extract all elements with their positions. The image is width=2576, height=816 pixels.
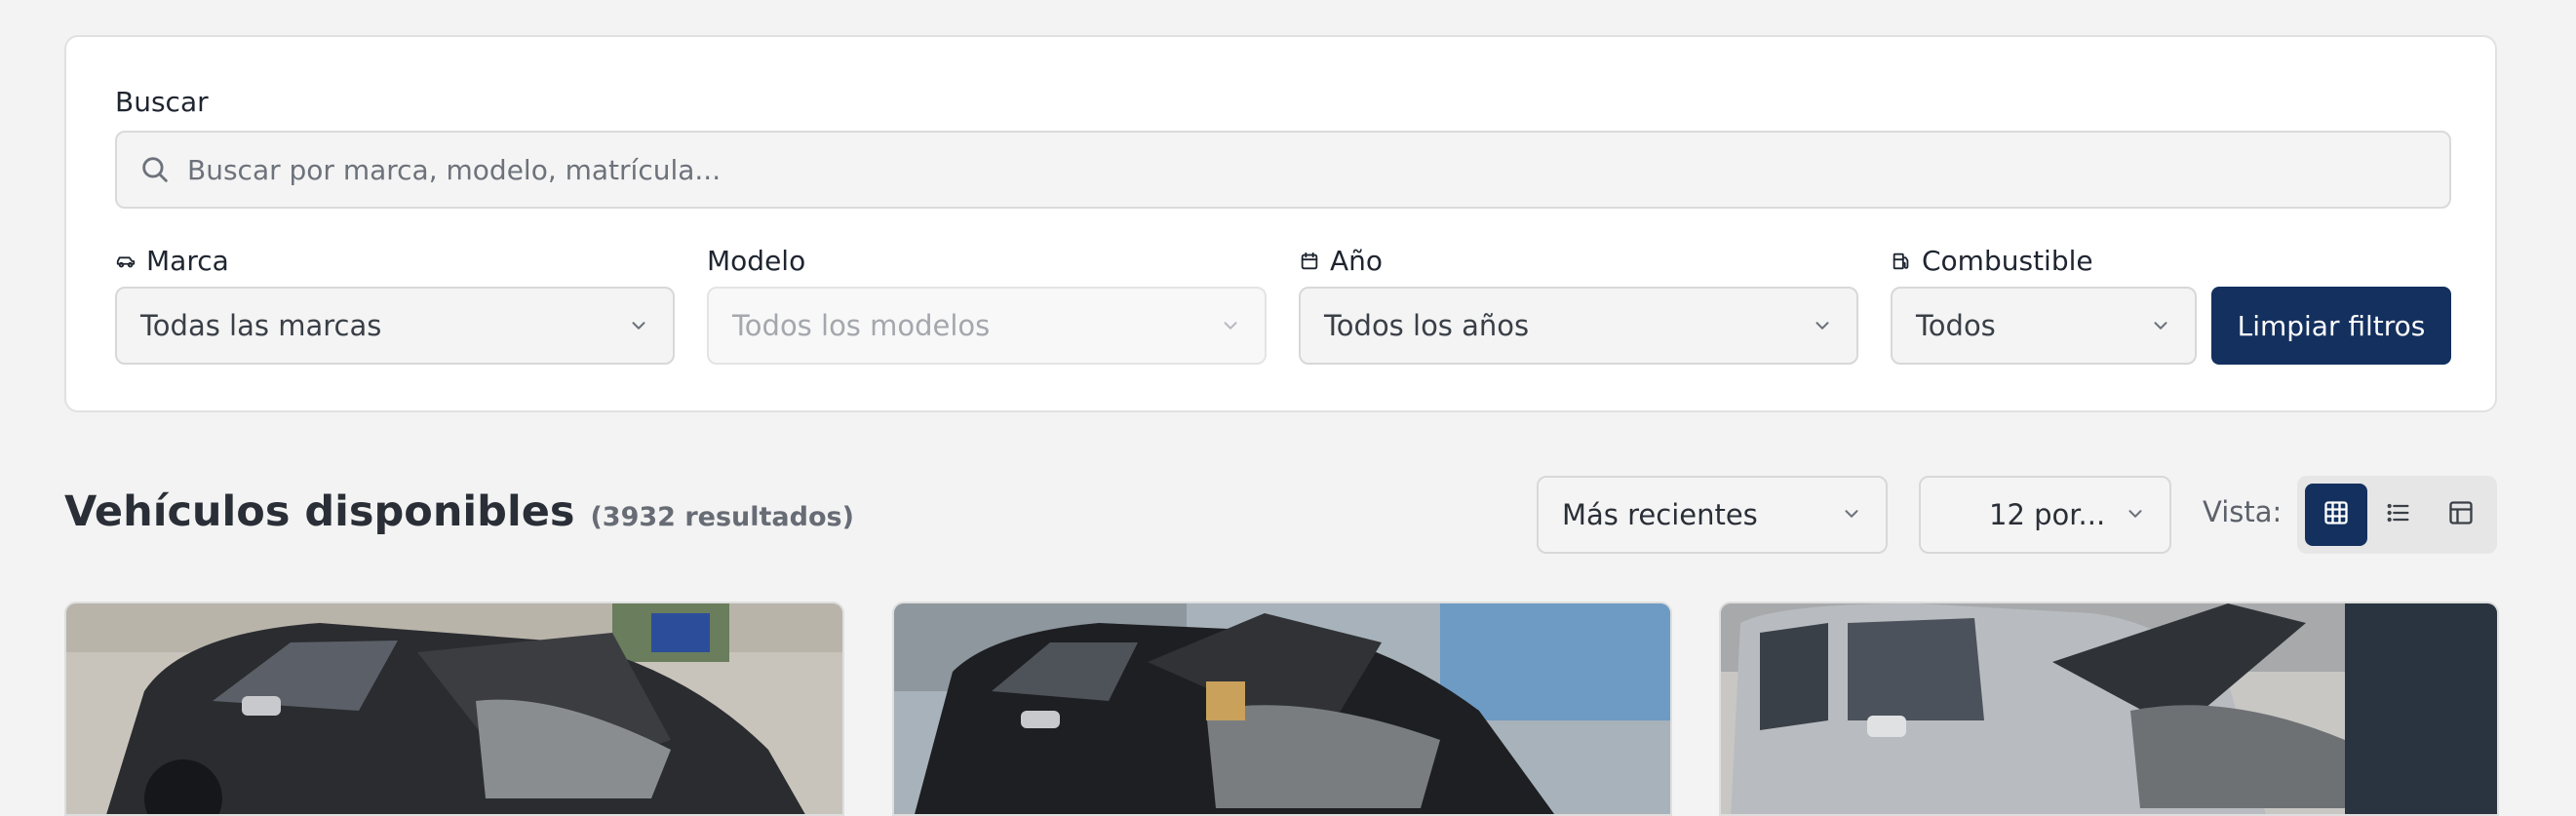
fuel-select[interactable]: Todos bbox=[1891, 287, 2197, 365]
results-heading: Vehículos disponibles (3932 resultados) bbox=[64, 487, 854, 536]
model-select-value: Todos los modelos bbox=[732, 309, 991, 342]
grid-view-button[interactable] bbox=[2305, 484, 2367, 546]
results-count: (3932 resultados) bbox=[590, 502, 854, 532]
table-view-button[interactable] bbox=[2430, 484, 2492, 546]
chevron-down-icon bbox=[1220, 315, 1241, 336]
vehicle-photo bbox=[894, 603, 1670, 814]
sort-select-value: Más recientes bbox=[1562, 498, 1758, 531]
list-icon bbox=[2385, 499, 2412, 530]
year-select-value: Todos los años bbox=[1324, 309, 1530, 342]
fuel-label-group: Combustible bbox=[1891, 245, 2093, 277]
filters-panel: Buscar Marca Todas las marcas Modelo Tod… bbox=[64, 35, 2497, 412]
brand-label: Marca bbox=[146, 245, 229, 277]
fuel-pump-icon bbox=[1891, 251, 1912, 272]
brand-label-group: Marca bbox=[115, 245, 229, 277]
year-label: Año bbox=[1330, 245, 1384, 277]
year-label-group: Año bbox=[1299, 245, 1383, 277]
chevron-down-icon bbox=[2125, 498, 2146, 531]
chevron-down-icon bbox=[1841, 498, 1862, 531]
vehicle-card[interactable] bbox=[64, 602, 844, 816]
sort-select[interactable]: Más recientes bbox=[1537, 476, 1888, 554]
per-page-select-value: 12 por... bbox=[1989, 498, 2106, 531]
search-field[interactable] bbox=[115, 131, 2451, 209]
vehicle-photo bbox=[66, 603, 842, 814]
model-select[interactable]: Todos los modelos bbox=[707, 287, 1267, 365]
model-label: Modelo bbox=[707, 245, 806, 277]
chevron-down-icon bbox=[1812, 315, 1833, 336]
vehicle-photo bbox=[1721, 603, 2497, 814]
view-toggle-group bbox=[2297, 476, 2497, 554]
car-icon bbox=[115, 251, 137, 272]
page-title: Vehículos disponibles bbox=[64, 487, 575, 536]
fuel-select-value: Todos bbox=[1916, 309, 1996, 342]
view-label: Vista: bbox=[2203, 495, 2283, 528]
vehicle-card[interactable] bbox=[1719, 602, 2499, 816]
search-label: Buscar bbox=[115, 86, 209, 118]
vehicle-card[interactable] bbox=[892, 602, 1672, 816]
year-select[interactable]: Todos los años bbox=[1299, 287, 1858, 365]
list-view-button[interactable] bbox=[2367, 484, 2430, 546]
fuel-label: Combustible bbox=[1922, 245, 2093, 277]
table-icon bbox=[2447, 499, 2475, 530]
chevron-down-icon bbox=[2150, 315, 2171, 336]
per-page-select[interactable]: 12 por... bbox=[1919, 476, 2171, 554]
search-icon bbox=[138, 153, 172, 186]
grid-icon bbox=[2322, 499, 2350, 530]
vehicle-grid bbox=[64, 602, 2499, 816]
chevron-down-icon bbox=[628, 315, 649, 336]
clear-filters-button[interactable]: Limpiar filtros bbox=[2211, 287, 2451, 365]
calendar-icon bbox=[1299, 251, 1320, 272]
brand-select-value: Todas las marcas bbox=[140, 309, 382, 342]
brand-select[interactable]: Todas las marcas bbox=[115, 287, 675, 365]
search-input[interactable] bbox=[187, 153, 2332, 186]
